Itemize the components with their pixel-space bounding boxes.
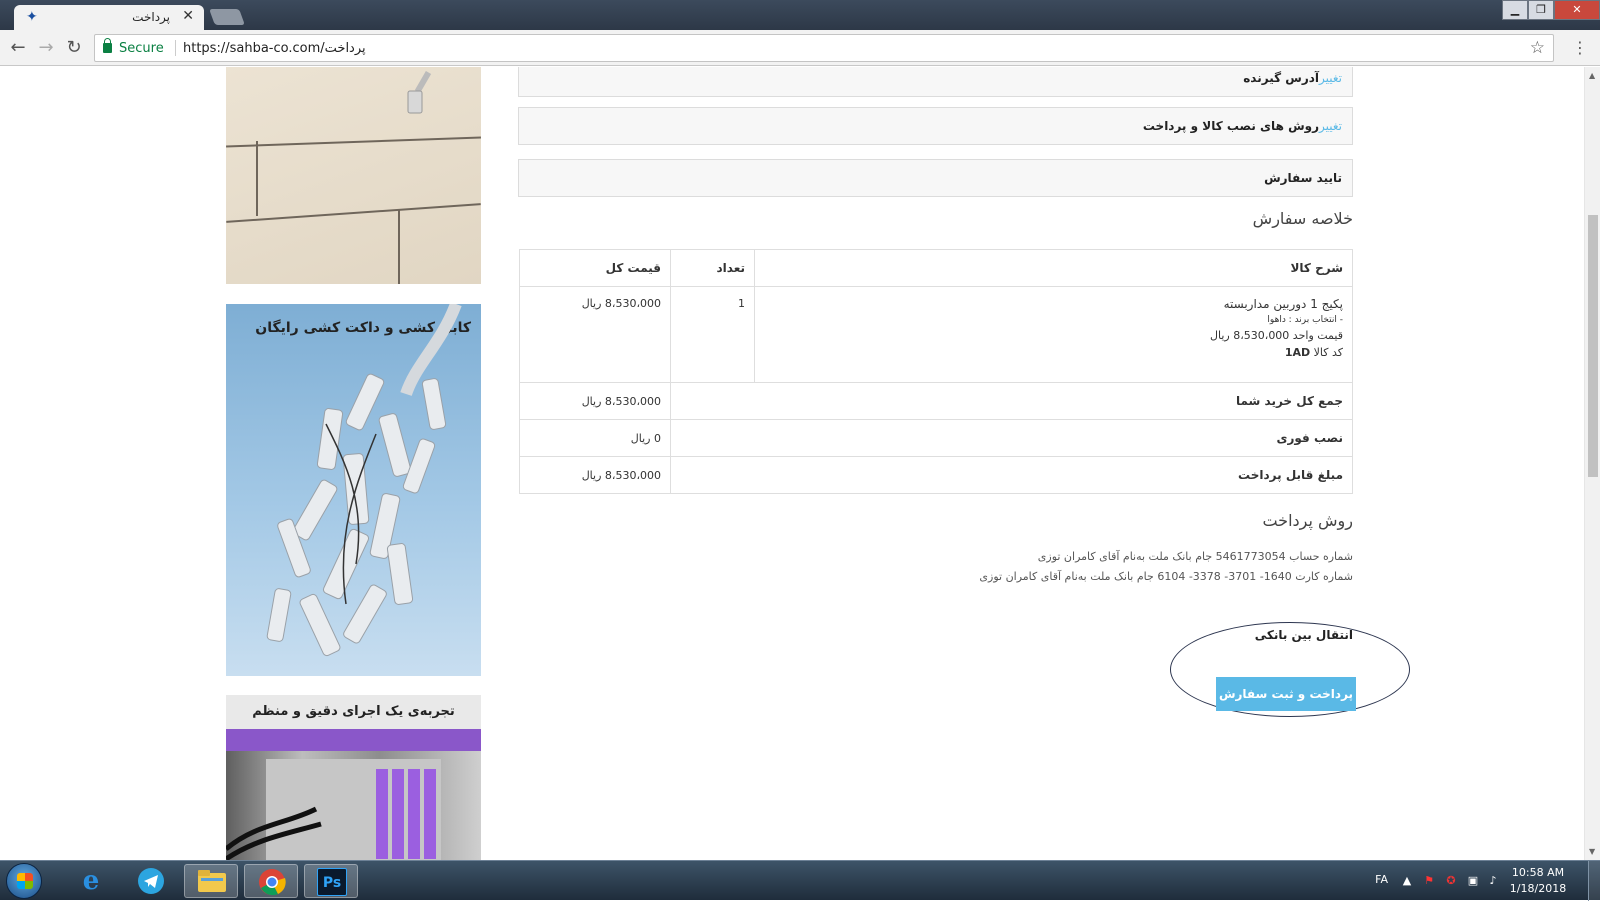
chrome-menu-icon[interactable]: ⋮: [1572, 38, 1588, 57]
action-center-flag-icon[interactable]: ⚑: [1422, 874, 1436, 888]
table-row: پکیج 1 دوربین مداربسته - انتخاب برند : د…: [519, 286, 1353, 383]
back-arrow-icon[interactable]: ←: [6, 36, 30, 60]
step-label: تایید سفارش: [1264, 171, 1342, 185]
antenna-cluster-illustration: [266, 304, 462, 657]
scrollbar-thumb[interactable]: [1588, 215, 1598, 477]
banner-title-precise-execution: تجربه‌ی یک اجرای دقیق و منظم: [226, 695, 481, 729]
clock-date: 1/18/2018: [1509, 882, 1567, 895]
file-explorer-taskbar-button[interactable]: [184, 864, 238, 898]
purple-cables-illustration: [226, 729, 481, 860]
step-label: آدرس گیرنده: [1243, 71, 1319, 85]
telegram-taskbar-button[interactable]: [124, 864, 178, 898]
pay-and-submit-button[interactable]: پرداخت و ثبت سفارش: [1216, 677, 1356, 711]
step-label: روش های نصب کالا و پرداخت: [1142, 119, 1319, 133]
secure-label: Secure: [119, 41, 164, 56]
tray-expand-icon[interactable]: ▲: [1400, 874, 1414, 888]
maximize-button[interactable]: ❐: [1528, 0, 1554, 20]
internet-explorer-taskbar-button[interactable]: e: [64, 864, 118, 898]
lock-icon: [103, 38, 112, 53]
bookmark-star-icon[interactable]: ☆: [1530, 38, 1545, 58]
chrome-taskbar-button[interactable]: [244, 864, 298, 898]
sidebar-banner-antenna-image[interactable]: کابل کشی و داکت کشی رایگان: [226, 304, 481, 676]
new-tab-button[interactable]: [209, 9, 245, 25]
payment-method-title: روش پرداخت: [1262, 511, 1353, 530]
table-row: مبلغ قابل پرداخت 8،530،000 ریال: [519, 456, 1353, 494]
antivirus-icon[interactable]: ✪: [1444, 874, 1458, 888]
card-number-line: شماره کارت 1640- 3701- 3378- 6104 جام با…: [979, 570, 1353, 583]
change-address-link[interactable]: تغییر: [1319, 71, 1342, 85]
header-total-price: قیمت کل: [519, 249, 671, 287]
browser-titlebar: ✦ پرداخت ✕ ▁ ❐ ✕: [0, 0, 1600, 30]
show-desktop-button[interactable]: [1588, 861, 1600, 901]
close-window-button[interactable]: ✕: [1554, 0, 1600, 20]
start-button[interactable]: [6, 863, 42, 899]
item-description-cell: پکیج 1 دوربین مداربسته - انتخاب برند : د…: [754, 286, 1353, 383]
address-bar[interactable]: Secure https://sahba-co.com/پرداخت ☆: [94, 34, 1554, 62]
chrome-icon: [257, 868, 287, 896]
payable-amount-label: مبلغ قابل پرداخت: [670, 456, 1353, 494]
tab-close-icon[interactable]: ✕: [182, 8, 194, 24]
subtotal-value: 8،530،000 ریال: [519, 382, 671, 420]
table-row: نصب فوری 0 ریال: [519, 419, 1353, 457]
network-rack-photo: [226, 729, 481, 860]
telegram-icon: [136, 867, 166, 895]
photoshop-icon: Ps: [317, 868, 347, 896]
camera-mount-icon: [407, 71, 432, 114]
item-quantity: 1: [670, 286, 755, 383]
url-text[interactable]: https://sahba-co.com/پرداخت: [183, 41, 366, 56]
network-icon[interactable]: ▣: [1466, 874, 1480, 888]
account-number-line: شماره حساب 5461773054 جام بانک ملت به‌نا…: [1037, 550, 1353, 563]
folder-icon: [197, 868, 227, 896]
photoshop-taskbar-button[interactable]: Ps: [304, 864, 358, 898]
step-install-payment-method: تغییرروش های نصب کالا و پرداخت: [518, 107, 1353, 145]
system-clock[interactable]: 10:58 AM 1/18/2018: [1498, 865, 1578, 897]
header-description: شرح کالا: [754, 249, 1353, 287]
step-recipient-address: تغییرآدرس گیرنده: [518, 67, 1353, 97]
order-summary-title: خلاصه سفارش: [1252, 209, 1353, 228]
header-quantity: تعداد: [670, 249, 755, 287]
window-controls: ▁ ❐ ✕: [1502, 0, 1600, 20]
item-option: - انتخاب برند : داهوا: [1267, 315, 1343, 325]
windows-taskbar: e Ps FA ▲ ⚑ ✪ ▣ ♪ 10:58 AM 1/18/2018: [0, 860, 1600, 901]
payable-amount-value: 8،530،000 ریال: [519, 456, 671, 494]
scroll-up-arrow-icon[interactable]: ▲: [1589, 71, 1595, 80]
sidebar-banner-rack-image[interactable]: تجربه‌ی یک اجرای دقیق و منظم: [226, 695, 481, 860]
language-indicator[interactable]: FA: [1375, 873, 1388, 886]
system-tray: FA ▲ ⚑ ✪ ▣ ♪ 10:58 AM 1/18/2018: [1340, 861, 1600, 901]
page-content: کابل کشی و داکت کشی رایگان: [0, 67, 1584, 860]
item-code-label: کد کالا: [1313, 346, 1343, 359]
item-name: پکیج 1 دوربین مداربسته: [1223, 297, 1343, 311]
scroll-down-arrow-icon[interactable]: ▼: [1589, 847, 1595, 856]
page-scrollbar[interactable]: ▲ ▼: [1584, 67, 1600, 860]
item-total: 8،530،000 ریال: [519, 286, 671, 383]
url-divider: [175, 40, 176, 56]
install-fee-label: نصب فوری: [670, 419, 1353, 457]
minimize-button[interactable]: ▁: [1502, 0, 1528, 20]
pin-favicon-icon: ✦: [26, 9, 38, 25]
browser-tab[interactable]: ✦ پرداخت ✕: [14, 5, 204, 30]
change-method-link[interactable]: تغییر: [1319, 119, 1342, 133]
reload-icon[interactable]: ↻: [62, 36, 86, 60]
forward-arrow-icon[interactable]: →: [34, 36, 58, 60]
browser-toolbar: ← → ↻ Secure https://sahba-co.com/پرداخت…: [0, 30, 1600, 66]
item-code: 1AD: [1284, 346, 1311, 359]
subtotal-label: جمع کل خرید شما: [670, 382, 1353, 420]
step-confirm-order: تایید سفارش: [518, 159, 1353, 197]
clock-time: 10:58 AM: [1511, 866, 1565, 879]
install-fee-value: 0 ریال: [519, 419, 671, 457]
sidebar-banner-wall-image[interactable]: [226, 67, 481, 284]
order-summary-table: شرح کالا تعداد قیمت کل پکیج 1 دوربین مدا…: [519, 249, 1353, 494]
windows-logo-icon: [17, 873, 33, 889]
table-row: جمع کل خرید شما 8،530،000 ریال: [519, 382, 1353, 420]
internet-explorer-icon: e: [82, 866, 100, 896]
item-unit-price: قیمت واحد 8،530،000 ریال: [1210, 329, 1343, 342]
tab-title: پرداخت: [132, 10, 170, 24]
